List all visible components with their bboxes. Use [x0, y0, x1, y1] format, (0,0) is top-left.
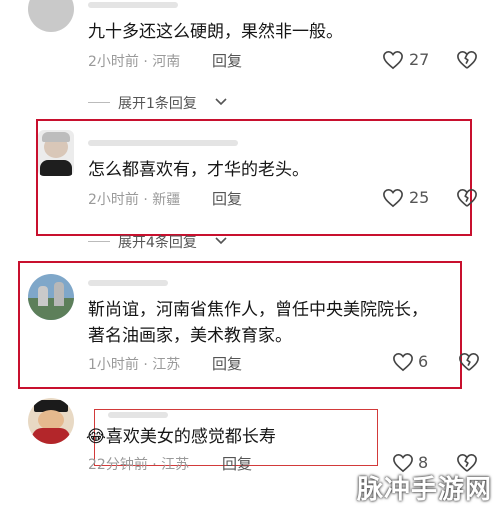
watermark: 脉冲手游网	[356, 475, 492, 505]
reply-button[interactable]: 回复	[212, 353, 242, 374]
heart-icon[interactable]	[392, 352, 414, 372]
broken-heart-icon[interactable]	[458, 352, 480, 372]
reply-button[interactable]: 回复	[212, 50, 242, 71]
avatar[interactable]	[28, 0, 74, 32]
laughing-emoji-icon: 😂	[86, 427, 106, 447]
comment-meta: 1小时前 · 江苏	[88, 357, 181, 373]
comment-meta: 2小时前 · 新疆	[88, 192, 181, 208]
comment-meta: 2小时前 · 河南	[88, 54, 181, 70]
comment-text-line1: 靳尚谊，河南省焦作人，曾任中央美院院长，	[88, 300, 428, 320]
reply-button[interactable]: 回复	[212, 188, 242, 209]
username-blurred	[88, 140, 238, 146]
comment-text-line2: 著名油画家，美术教育家。	[88, 326, 292, 346]
comment-text: 怎么都喜欢有，才华的老头。	[88, 160, 309, 180]
comment-text: 😂喜欢美女的感觉都长寿	[86, 424, 276, 451]
heart-icon[interactable]	[382, 50, 404, 70]
comment-text: 九十多还这么硬朗，果然非一般。	[88, 22, 343, 42]
reply-button[interactable]: 回复	[222, 453, 252, 474]
chevron-down-icon[interactable]	[214, 97, 228, 107]
comment-text-body: 喜欢美女的感觉都长寿	[105, 427, 276, 447]
avatar[interactable]	[38, 130, 74, 176]
heart-icon[interactable]	[382, 188, 404, 208]
avatar[interactable]	[28, 274, 74, 320]
comment-meta: 22分钟前 · 江苏	[88, 457, 190, 473]
broken-heart-icon[interactable]	[456, 188, 478, 208]
broken-heart-icon[interactable]	[456, 50, 478, 70]
expand-replies-button[interactable]: 展开4条回复	[118, 232, 197, 252]
username-blurred	[88, 2, 178, 8]
like-count: 27	[409, 50, 430, 69]
username-blurred	[108, 412, 168, 418]
username-blurred	[88, 280, 168, 286]
avatar[interactable]	[28, 398, 74, 444]
like-count: 6	[418, 352, 429, 371]
expand-replies-button[interactable]: 展开1条回复	[118, 93, 197, 113]
comments-screen: { "comments": [ { "text": "九十多还这么硬朗，果然非一…	[0, 0, 500, 506]
divider	[88, 241, 110, 242]
chevron-down-icon[interactable]	[214, 236, 228, 246]
divider	[88, 102, 110, 103]
like-count: 25	[409, 188, 430, 207]
